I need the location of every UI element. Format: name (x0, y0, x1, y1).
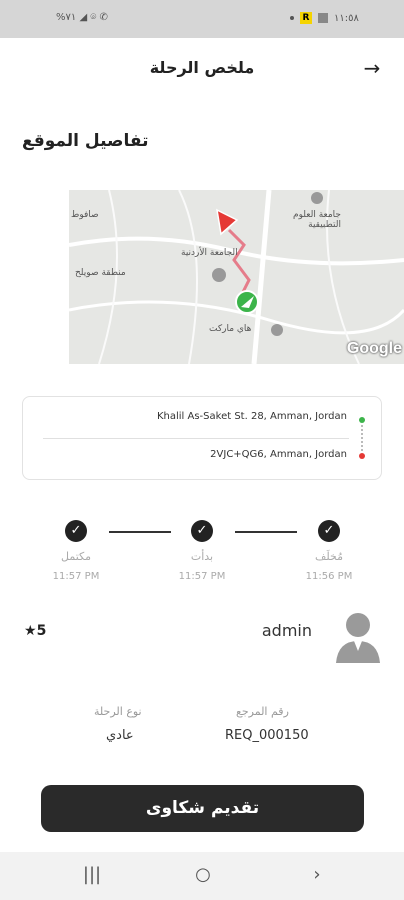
pickup-address: Khalil As-Saket St. 28, Amman, Jordan (156, 411, 347, 422)
pickup-dot-icon (359, 417, 365, 423)
step-time: 11:56 PM (305, 571, 353, 582)
route-card: Khalil As-Saket St. 28, Amman, Jordan 2V… (22, 396, 382, 480)
trip-type-value: عادي (106, 728, 134, 743)
step-time: 11:57 PM (52, 571, 100, 582)
dropoff-address: 2VJC+QG6, Amman, Jordan (210, 449, 347, 460)
check-icon: ✓ (318, 520, 340, 542)
arrow-right-icon[interactable]: → (358, 56, 386, 80)
driver-row: ★5 admin (0, 605, 404, 665)
step-label: مُخلَف (314, 550, 344, 563)
header: ملخص الرحلة → (0, 38, 404, 98)
map-label-sweileh: منطقة صويلح (75, 268, 126, 278)
map-label-university-sci: جامعة العلوم التطبيقية (293, 210, 341, 230)
divider (43, 438, 349, 439)
notification-dot-icon (290, 16, 294, 20)
step-assigned: ✓ مُخلَف 11:56 PM (289, 520, 369, 582)
step-label: بدأت (190, 550, 214, 563)
driver-name: admin (261, 621, 312, 640)
poi-icon (212, 268, 226, 282)
rating: ★5 (24, 623, 46, 639)
image-icon (318, 13, 328, 23)
page-title: ملخص الرحلة (149, 58, 255, 77)
step-started: ✓ بدأت 11:57 PM (162, 520, 242, 582)
map-label-safout: صافوط (71, 210, 99, 220)
trip-type-label: نوع الرحلة (94, 705, 142, 718)
submit-complaint-button[interactable]: تقديم شكاوى (41, 785, 364, 832)
system-nav-bar: ||| ○ › (0, 852, 404, 900)
home-icon[interactable]: ○ (188, 864, 218, 885)
back-chevron-icon[interactable]: › (302, 864, 332, 885)
dropoff-marker-icon (216, 208, 239, 236)
reference-label: رقم المرجع (236, 705, 289, 718)
clock: ١١:٥٨ (334, 12, 359, 24)
status-bar: %٧١ ◢ ⌾ ✆ R ١١:٥٨ (0, 0, 404, 38)
step-label: مكتمل (61, 550, 91, 563)
star-icon: ★ (24, 623, 37, 639)
map-view[interactable]: جامعة العلوم التطبيقية الجامعة الأردنية … (69, 190, 404, 364)
poi-icon (271, 324, 283, 336)
location-details-title: تفاصيل الموقع (22, 131, 149, 151)
avatar (336, 613, 380, 663)
step-time: 11:57 PM (178, 571, 226, 582)
app-r-icon: R (300, 12, 312, 24)
map-label-hi-market: هاي ماركت (209, 324, 252, 334)
poi-icon (311, 192, 323, 204)
check-icon: ✓ (65, 520, 87, 542)
step-completed: ✓ مكتمل 11:57 PM (36, 520, 116, 582)
rating-value: 5 (36, 623, 47, 639)
map-label-university-jordan: الجامعة الأردنية (181, 248, 238, 258)
recent-apps-icon[interactable]: ||| (77, 864, 107, 885)
route-connector (361, 425, 363, 451)
reference-value: REQ_000150 (225, 728, 309, 743)
check-icon: ✓ (191, 520, 213, 542)
dropoff-dot-icon (359, 453, 365, 459)
trip-progress: ✓ مكتمل 11:57 PM ✓ بدأت 11:57 PM ✓ مُخلَ… (0, 520, 404, 600)
progress-line (235, 531, 297, 533)
status-indicators: %٧١ ◢ ⌾ ✆ (56, 12, 108, 23)
google-logo: Google (346, 340, 402, 357)
